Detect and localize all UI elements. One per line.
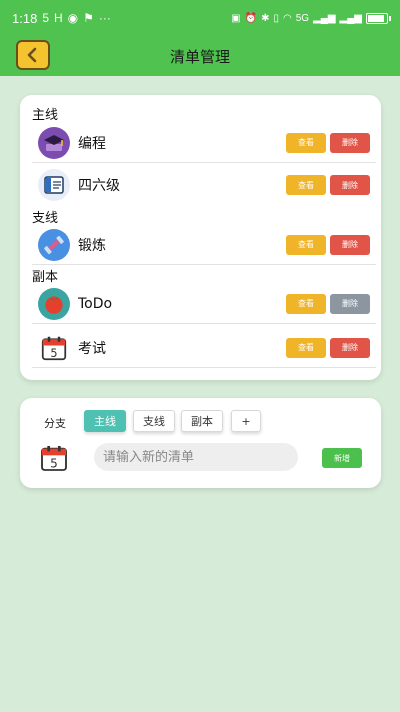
status-icon-h: H — [54, 11, 63, 25]
vibrate-icon: ▯ — [273, 12, 279, 24]
list-item-label: ToDo — [78, 295, 113, 312]
new-list-card: 分支 主线 支线 副本 + 5 新增 — [20, 398, 381, 488]
view-button[interactable]: 查看 — [286, 132, 326, 153]
list-item: ToDo 查看 删除 — [32, 284, 376, 324]
list-card: 主线 编程 查看 删除 四六级 查看 删除 支线 锻炼 查看 删除 副本 ToD… — [20, 95, 381, 380]
add-branch-button[interactable]: + — [231, 410, 261, 432]
calendar-icon: 5 — [38, 332, 70, 364]
chevron-left-icon — [27, 47, 37, 63]
status-bar: 1:18 5 H ◉ ⚑ ··· ▣ ⏰ ✱ ▯ ◠ 5G ▂▄▆ ▂▄▆ — [0, 0, 400, 36]
chip-main[interactable]: 主线 — [84, 410, 126, 432]
delete-button[interactable]: 删除 — [330, 337, 370, 358]
list-item: 锻炼 查看 删除 — [32, 225, 376, 265]
view-button[interactable]: 查看 — [286, 175, 326, 195]
section-title-main: 主线 — [32, 108, 59, 123]
svg-text:5: 5 — [50, 346, 57, 359]
section-title-copy: 副本 — [32, 270, 59, 285]
notification-icon: ◉ — [67, 11, 79, 25]
page-title: 清单管理 — [169, 47, 230, 66]
list-item-label: 考试 — [78, 340, 106, 357]
app-header: 清单管理 — [0, 36, 400, 76]
signal-icon: ▂▄▆ — [313, 12, 336, 24]
alarm-icon: ⏰ — [244, 12, 258, 24]
signal-icon-2: ▂▄▆ — [339, 12, 362, 24]
list-item-label: 四六级 — [78, 178, 120, 194]
nfc-icon: ▣ — [231, 12, 241, 24]
view-button[interactable]: 查看 — [286, 337, 326, 358]
dumbbell-icon — [38, 228, 70, 261]
delete-button[interactable]: 删除 — [330, 234, 370, 255]
new-list-input[interactable] — [103, 449, 298, 465]
status-time: 1:18 — [12, 10, 38, 26]
more-notifications-icon: ··· — [98, 11, 111, 25]
back-button[interactable] — [16, 40, 50, 70]
list-item-label: 锻炼 — [78, 237, 106, 254]
bluetooth-icon: ✱ — [261, 12, 270, 24]
list-item: 编程 查看 删除 — [32, 123, 376, 163]
delete-button[interactable]: 删除 — [330, 132, 370, 153]
notification-icon-2: ⚑ — [83, 11, 94, 25]
delete-button[interactable]: 删除 — [330, 175, 370, 195]
delete-button-disabled[interactable]: 删除 — [330, 293, 370, 314]
wifi-icon: ◠ — [282, 12, 292, 24]
list-item: 5 考试 查看 删除 — [32, 328, 376, 368]
graduation-cap-icon — [38, 126, 70, 159]
view-button[interactable]: 查看 — [286, 293, 326, 314]
book-icon — [38, 169, 70, 201]
list-item-label: 编程 — [78, 135, 106, 152]
view-button[interactable]: 查看 — [286, 234, 326, 255]
branch-label: 分支 — [44, 417, 66, 430]
network-type: 5G — [295, 12, 310, 24]
status-icon-5: 5 — [42, 11, 49, 25]
chip-side[interactable]: 支线 — [133, 410, 175, 432]
section-title-side: 支线 — [32, 211, 59, 226]
add-list-button[interactable]: 新增 — [322, 448, 362, 468]
svg-text:5: 5 — [50, 456, 58, 470]
new-list-input-wrapper — [94, 443, 298, 471]
battery-icon — [366, 12, 391, 24]
chip-copy[interactable]: 副本 — [181, 410, 223, 432]
calendar-icon: 5 — [41, 446, 67, 471]
tomato-icon — [38, 287, 70, 320]
list-item: 四六级 查看 删除 — [32, 165, 376, 205]
